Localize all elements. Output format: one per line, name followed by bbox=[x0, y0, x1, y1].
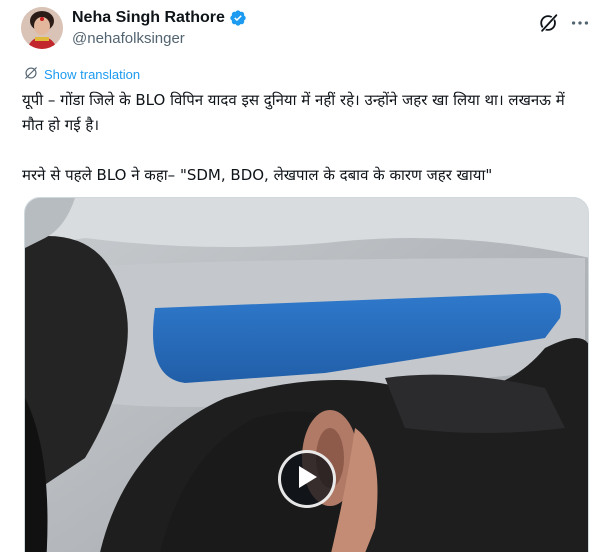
tweet-card[interactable]: Neha Singh Rathore @nehafolksinger Show … bbox=[0, 0, 600, 552]
user-handle[interactable]: @nehafolksinger bbox=[72, 30, 542, 50]
play-icon bbox=[296, 465, 318, 494]
tweet-header: Neha Singh Rathore @nehafolksinger bbox=[72, 7, 542, 50]
show-translation-link[interactable]: Show translation bbox=[24, 66, 140, 83]
avatar[interactable] bbox=[21, 7, 63, 49]
grok-icon[interactable] bbox=[538, 12, 560, 34]
play-button[interactable] bbox=[278, 450, 336, 508]
verified-badge-icon bbox=[229, 9, 247, 27]
display-name[interactable]: Neha Singh Rathore bbox=[72, 9, 225, 27]
more-icon[interactable] bbox=[569, 12, 591, 34]
tweet-text-paragraph-2: मरने से पहले BLO ने कहा– "SDM, BDO, लेखप… bbox=[22, 166, 493, 184]
name-row: Neha Singh Rathore bbox=[72, 7, 542, 29]
tweet-text: यूपी – गोंडा जिले के BLO विपिन यादव इस द… bbox=[22, 88, 587, 188]
video-player[interactable] bbox=[24, 197, 589, 552]
tweet-text-paragraph-1: यूपी – गोंडा जिले के BLO विपिन यादव इस द… bbox=[22, 91, 570, 134]
globe-icon bbox=[24, 66, 44, 83]
show-translation-label: Show translation bbox=[44, 67, 141, 82]
